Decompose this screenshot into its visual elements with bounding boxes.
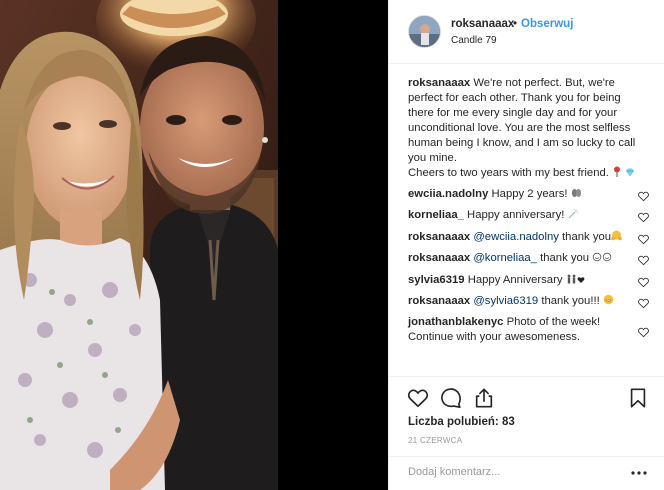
comment-username[interactable]: jonathanblakenyc bbox=[408, 316, 503, 328]
comment-like-heart-icon[interactable] bbox=[638, 191, 649, 202]
hugging-face-emoji-icon bbox=[611, 230, 622, 246]
comment-text: thank you bbox=[562, 231, 612, 243]
comment-row: ewciia.nadolny Happy 2 years! bbox=[408, 187, 644, 203]
post-photo[interactable] bbox=[0, 0, 388, 490]
grin-emoji-icon bbox=[603, 294, 614, 310]
hands-emoji-icon bbox=[571, 188, 582, 203]
smiley-emoji-icon bbox=[592, 252, 612, 267]
comment-text: thank you bbox=[540, 252, 590, 264]
couple-selfie-image bbox=[0, 0, 388, 490]
comment-bubble-icon[interactable] bbox=[440, 387, 462, 409]
post-header: roksanaaax • Obserwuj Candle 79 bbox=[389, 0, 664, 64]
comment-text: Happy Anniversary bbox=[467, 274, 563, 286]
like-heart-icon[interactable] bbox=[407, 387, 429, 409]
save-bookmark-icon[interactable] bbox=[627, 387, 649, 409]
comment-text: Happy anniversary! bbox=[467, 209, 565, 221]
avatar[interactable] bbox=[408, 15, 441, 48]
couple-heart-emoji-icon bbox=[566, 274, 586, 289]
likes-count[interactable]: Liczba polubień: 83 bbox=[408, 416, 515, 428]
comment-row: roksanaaax @sylvia6319 thank you!!! bbox=[408, 294, 644, 310]
comment-username[interactable]: roksanaaax bbox=[408, 295, 470, 307]
more-options-ellipsis-icon[interactable] bbox=[631, 468, 647, 478]
comment-row: jonathanblakenyc Photo of the week! Cont… bbox=[408, 315, 623, 345]
comment-like-heart-icon[interactable] bbox=[638, 234, 649, 245]
comment-username[interactable]: sylvia6319 bbox=[408, 274, 465, 286]
comment-like-heart-icon[interactable] bbox=[638, 255, 649, 266]
post-location[interactable]: Candle 79 bbox=[451, 35, 497, 46]
comment-like-heart-icon[interactable] bbox=[638, 327, 649, 338]
comments-list[interactable]: roksanaaax We're not perfect. But, we're… bbox=[389, 64, 664, 376]
caption-text: We're not perfect. But, we're perfect fo… bbox=[408, 77, 636, 164]
post-username[interactable]: roksanaaax bbox=[451, 18, 514, 30]
comment-row: sylvia6319 Happy Anniversary bbox=[408, 273, 644, 289]
add-comment-bar bbox=[389, 456, 664, 489]
add-comment-input[interactable] bbox=[408, 466, 608, 478]
comment-username[interactable]: roksanaaax bbox=[408, 252, 470, 264]
sparkler-emoji-icon bbox=[568, 209, 579, 224]
gem-emoji-icon bbox=[625, 167, 635, 182]
comment-mention[interactable]: @korneliaa_ bbox=[473, 252, 537, 264]
share-icon[interactable] bbox=[473, 387, 495, 409]
comment-like-heart-icon[interactable] bbox=[638, 212, 649, 223]
caption-text-2: Cheers to two years with my best friend. bbox=[408, 167, 609, 179]
comment-like-heart-icon[interactable] bbox=[638, 298, 649, 309]
caption: roksanaaax We're not perfect. But, we're… bbox=[408, 76, 644, 182]
instagram-post-view: roksanaaax • Obserwuj Candle 79 roksanaa… bbox=[0, 0, 664, 490]
comment-username[interactable]: roksanaaax bbox=[408, 231, 470, 243]
rose-emoji-icon bbox=[612, 166, 622, 182]
comment-like-heart-icon[interactable] bbox=[638, 277, 649, 288]
follow-button[interactable]: Obserwuj bbox=[521, 18, 573, 30]
comment-row: roksanaaax @ewciia.nadolny thank you bbox=[408, 230, 644, 246]
avatar-image bbox=[409, 16, 440, 47]
comment-row: korneliaa_ Happy anniversary! bbox=[408, 208, 644, 224]
comment-text: thank you!!! bbox=[541, 295, 600, 307]
header-separator: • bbox=[513, 18, 518, 30]
post-actions: Liczba polubień: 83 21 CZERWCA bbox=[389, 376, 664, 488]
likes-number: 83 bbox=[501, 416, 515, 428]
comment-username[interactable]: ewciia.nadolny bbox=[408, 188, 488, 200]
caption-username[interactable]: roksanaaax bbox=[408, 77, 470, 89]
post-side-panel: roksanaaax • Obserwuj Candle 79 roksanaa… bbox=[388, 0, 664, 490]
likes-label: Liczba polubień: bbox=[408, 416, 499, 428]
comment-username[interactable]: korneliaa_ bbox=[408, 209, 464, 221]
comment-row: roksanaaax @korneliaa_ thank you bbox=[408, 251, 644, 267]
comment-mention[interactable]: @ewciia.nadolny bbox=[473, 231, 559, 243]
comment-text: Happy 2 years! bbox=[491, 188, 568, 200]
comment-mention[interactable]: @sylvia6319 bbox=[473, 295, 538, 307]
post-date[interactable]: 21 CZERWCA bbox=[408, 436, 462, 445]
